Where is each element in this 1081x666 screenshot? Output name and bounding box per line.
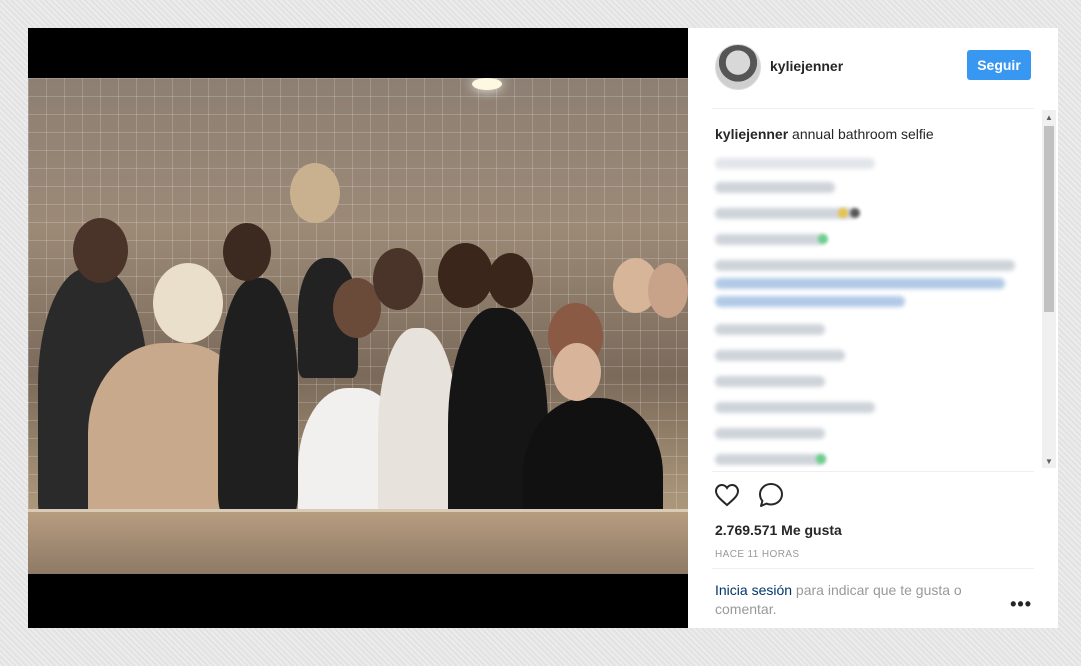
blurred-emoji <box>818 234 828 244</box>
post-sidebar: kyliejenner Seguir kyliejenner annual ba… <box>688 28 1058 628</box>
blurred-comment <box>715 158 875 169</box>
like-button[interactable] <box>712 480 742 510</box>
photo-figure-head <box>73 218 128 283</box>
blurred-comment <box>715 234 825 245</box>
photo-sink-counter <box>28 509 688 574</box>
footer-divider <box>712 568 1034 569</box>
blurred-comment <box>715 402 875 413</box>
comment-icon <box>759 483 783 507</box>
actions-divider <box>712 471 1034 472</box>
post-photo[interactable] <box>28 78 688 574</box>
photo-figure-head <box>438 243 493 308</box>
caption-username[interactable]: kyliejenner <box>715 126 788 142</box>
header-divider <box>712 108 1034 109</box>
likes-count[interactable]: 2.769.571 Me gusta <box>715 522 842 538</box>
photo-ceiling-light <box>472 78 502 90</box>
login-prompt: Inicia sesión para indicar que te gusta … <box>715 581 1005 619</box>
comments-scrollbar-thumb[interactable] <box>1044 126 1054 312</box>
blurred-emoji <box>850 208 860 218</box>
comment-button[interactable] <box>756 480 786 510</box>
blurred-comment <box>715 182 835 193</box>
follow-button[interactable]: Seguir <box>967 50 1031 80</box>
post-caption: kyliejenner annual bathroom selfie <box>715 126 934 142</box>
photo-figure-head <box>553 343 601 401</box>
profile-avatar[interactable] <box>715 44 761 90</box>
blurred-comment <box>715 428 825 439</box>
photo-figure-head <box>648 263 688 318</box>
blurred-comment <box>715 324 825 335</box>
comments-list: kyliejenner annual bathroom selfie <box>688 118 1058 468</box>
photo-figure-head <box>223 223 271 281</box>
photo-figure-head <box>290 163 340 223</box>
heart-icon <box>714 483 740 507</box>
caption-body: annual bathroom selfie <box>792 126 934 142</box>
blurred-comment <box>715 296 905 307</box>
blurred-comment <box>715 260 1015 271</box>
blurred-comment <box>715 376 825 387</box>
blurred-comment <box>715 208 855 219</box>
blurred-emoji <box>816 454 826 464</box>
post-timestamp[interactable]: HACE 11 HORAS <box>715 549 799 560</box>
scroll-down-icon[interactable]: ▼ <box>1044 456 1054 468</box>
post-photo-pane <box>28 28 688 628</box>
login-link[interactable]: Inicia sesión <box>715 582 792 598</box>
photo-figure <box>218 278 298 518</box>
scroll-up-icon[interactable]: ▲ <box>1044 112 1054 124</box>
photo-figure-head <box>373 248 423 310</box>
blurred-emoji <box>838 208 848 218</box>
post-actions <box>712 480 786 514</box>
profile-username[interactable]: kyliejenner <box>770 58 843 74</box>
blurred-comment <box>715 454 825 465</box>
blurred-comment <box>715 278 1005 289</box>
more-options-icon[interactable]: ••• <box>1010 594 1032 615</box>
photo-figure-head <box>488 253 533 308</box>
blurred-comment <box>715 350 845 361</box>
photo-figure-head <box>153 263 223 343</box>
post-card: kyliejenner Seguir kyliejenner annual ba… <box>28 28 1058 628</box>
